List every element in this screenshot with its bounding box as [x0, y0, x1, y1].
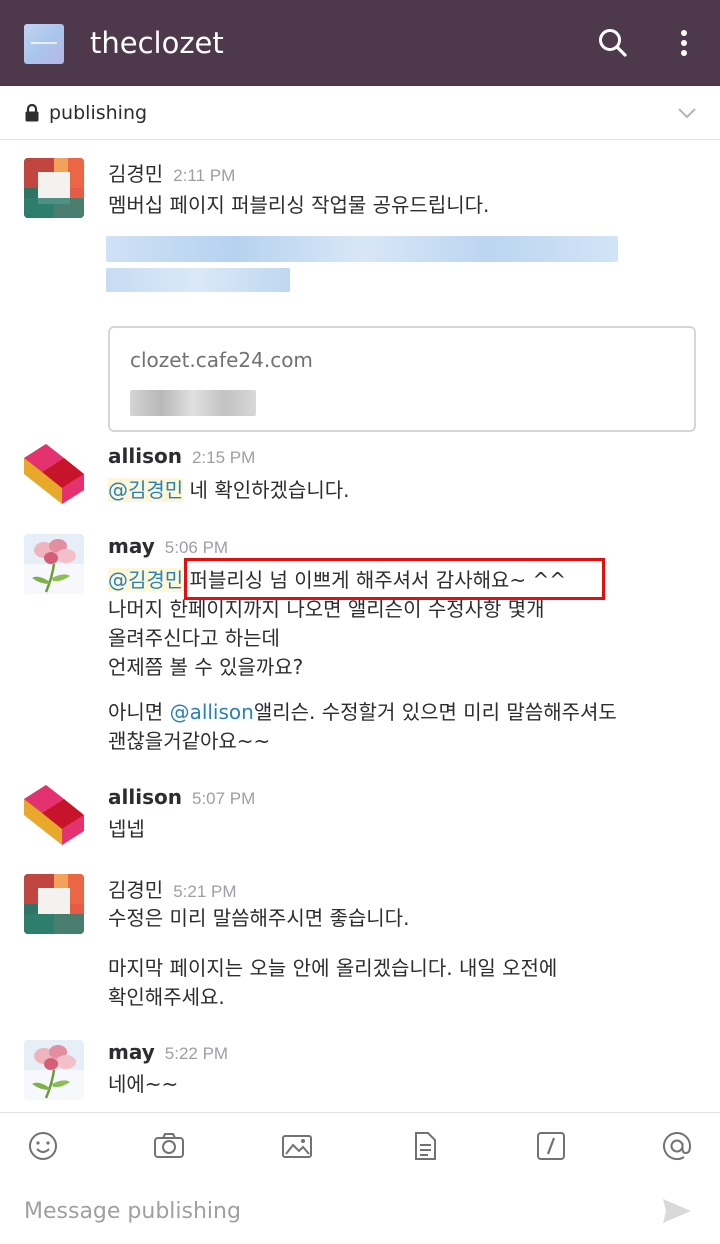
mention-link[interactable]: @allison	[170, 700, 254, 724]
timestamp: 2:15 PM	[191, 448, 256, 467]
author-name[interactable]: allison	[108, 444, 182, 468]
message-text: 넵넵	[108, 817, 145, 841]
message-input[interactable]	[24, 1194, 624, 1228]
blurred-description	[130, 390, 256, 416]
message-text: @김경민 네 확인하겠습니다.	[108, 476, 349, 505]
message-text: 마지막 페이지는 오늘 안에 올리겠습니다. 내일 오전에 확인해주세요.	[108, 954, 557, 1012]
camera-icon[interactable]	[152, 1129, 186, 1163]
author-name[interactable]: may	[108, 1040, 155, 1064]
author-name[interactable]: may	[108, 534, 155, 558]
search-button[interactable]	[596, 26, 630, 60]
team-name[interactable]: theclozet	[90, 26, 224, 60]
avatar[interactable]	[24, 785, 84, 845]
at-mention-icon[interactable]	[660, 1129, 694, 1163]
emoji-icon[interactable]	[26, 1129, 60, 1163]
link-preview-title: clozet.cafe24.com	[130, 348, 313, 372]
timestamp: 2:11 PM	[173, 166, 236, 185]
blurred-link[interactable]	[106, 236, 618, 262]
mention-link[interactable]: @김경민	[108, 568, 184, 592]
author-name[interactable]: 김경민	[108, 162, 163, 186]
mention-link[interactable]: @김경민	[108, 478, 184, 502]
message-text-content: 네 확인하겠습니다.	[183, 478, 350, 502]
blurred-link[interactable]	[106, 268, 290, 292]
message-line: 확인해주세요.	[108, 985, 225, 1009]
message-line: 올려주신다고 하는데	[108, 626, 280, 650]
timestamp: 5:07 PM	[191, 789, 256, 808]
composer-toolbar	[0, 1113, 720, 1175]
more-vertical-icon	[681, 30, 687, 56]
message-line: 마지막 페이지는 오늘 안에 올리겠습니다. 내일 오전에	[108, 956, 558, 980]
link-preview-card[interactable]: clozet.cafe24.com	[108, 326, 696, 432]
team-logo[interactable]	[24, 24, 64, 64]
message-meta: may 5:22 PM	[108, 1040, 228, 1064]
message-text-content: 아니면	[108, 700, 170, 724]
chevron-down-icon[interactable]	[674, 102, 700, 124]
message-composer	[0, 1176, 720, 1244]
file-icon[interactable]	[408, 1129, 442, 1163]
slash-command-icon[interactable]	[534, 1129, 568, 1163]
message-meta: 김경민 5:21 PM	[108, 874, 237, 903]
message-meta: allison 5:07 PM	[108, 785, 255, 809]
message-text: 멤버십 페이지 퍼블리싱 작업물 공유드립니다.	[108, 193, 490, 217]
send-icon[interactable]	[660, 1194, 694, 1228]
timestamp: 5:22 PM	[164, 1044, 229, 1063]
avatar[interactable]	[24, 158, 84, 218]
message-text-content: 앨리슨. 수정할거 있으면 미리 말씀해주셔도	[253, 700, 617, 724]
avatar[interactable]	[24, 1040, 84, 1100]
message-text: 수정은 미리 말씀해주시면 좋습니다.	[108, 906, 410, 930]
timestamp: 5:06 PM	[164, 538, 229, 557]
message-meta: allison 2:15 PM	[108, 444, 255, 468]
lock-icon	[25, 103, 39, 122]
author-name[interactable]: 김경민	[108, 878, 163, 902]
message-item: may 5:22 PM 네에~~	[0, 1040, 720, 1112]
highlight-annotation	[184, 558, 605, 600]
message-meta: 김경민 2:11 PM	[108, 158, 235, 187]
avatar[interactable]	[24, 534, 84, 594]
channel-name: publishing	[49, 102, 148, 124]
search-icon	[599, 29, 627, 57]
author-name[interactable]: allison	[108, 785, 182, 809]
channel-header[interactable]: publishing	[0, 86, 720, 140]
message-meta: may 5:06 PM	[108, 534, 228, 558]
avatar[interactable]	[24, 874, 84, 934]
image-icon[interactable]	[280, 1129, 314, 1163]
more-options-button[interactable]	[668, 26, 700, 60]
message-line: 언제쯤 볼 수 있을까요?	[108, 655, 304, 679]
message-line: 괜찮을거같아요~~	[108, 729, 271, 753]
app-header: theclozet	[0, 0, 720, 86]
message-text: 아니면 @allison앨리슨. 수정할거 있으면 미리 말씀해주셔도 괜찮을거…	[108, 698, 617, 756]
timestamp: 5:21 PM	[173, 882, 237, 901]
message-line: 아니면 @allison앨리슨. 수정할거 있으면 미리 말씀해주셔도	[108, 698, 617, 727]
avatar[interactable]	[24, 444, 84, 504]
message-text: 네에~~	[108, 1072, 179, 1096]
